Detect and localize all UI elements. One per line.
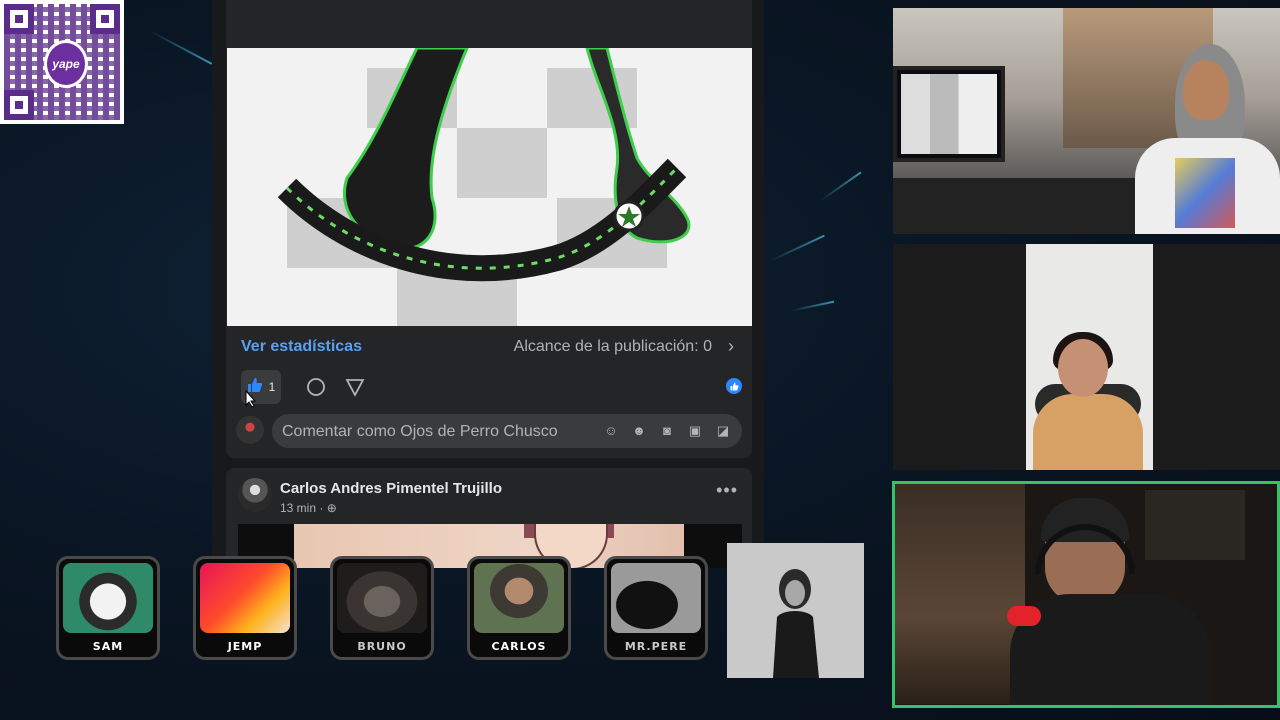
shelf <box>895 484 1025 704</box>
qr-finder <box>90 4 120 34</box>
comment-icon[interactable] <box>306 377 326 397</box>
like-reaction-badge[interactable] <box>726 378 742 394</box>
post-image[interactable] <box>227 48 752 326</box>
author-avatar[interactable] <box>238 478 272 512</box>
poster <box>1145 490 1245 560</box>
alien-chess-illustration <box>277 48 691 282</box>
emoji-icon[interactable]: ☻ <box>630 422 648 440</box>
post-actions: 1 <box>226 370 752 408</box>
avatar-card-jemp[interactable]: JEMP <box>193 556 297 660</box>
avatar-label: MR.PERE <box>624 640 688 653</box>
monitor <box>893 66 1005 162</box>
avatar-label: CARLOS <box>491 640 547 653</box>
webcam-feed-speaker <box>892 481 1280 708</box>
microphone <box>1007 606 1041 626</box>
silhouette-icon <box>611 563 701 633</box>
monitor-screen <box>901 74 997 154</box>
view-stats-link[interactable]: Ver estadísticas <box>241 338 362 356</box>
avatar-card-carlos[interactable]: CARLOS <box>467 556 571 660</box>
post-author-name[interactable]: Carlos Andres Pimentel Trujillo <box>280 480 502 497</box>
knight-portrait-icon <box>474 563 564 633</box>
avatar-sticker-icon[interactable]: ☺ <box>602 422 620 440</box>
post-card: Ver estadísticas Alcance de la publicaci… <box>226 0 752 458</box>
webcam-feed-guest <box>893 244 1280 470</box>
comment-tools: ☺ ☻ ◙ ▣ ◪ <box>602 422 732 440</box>
post-timestamp[interactable]: 13 min · ⊕ <box>280 501 337 515</box>
background-streak <box>819 171 862 202</box>
avatar-label: BRUNO <box>357 640 407 653</box>
guest-face <box>1058 339 1108 397</box>
commenter-avatar <box>236 416 264 444</box>
background-streak <box>149 30 213 65</box>
yape-logo: yape <box>44 40 88 88</box>
camera-icon[interactable]: ◙ <box>658 422 676 440</box>
background-streak <box>769 234 825 262</box>
portrait-photo <box>727 543 864 678</box>
host-face <box>1183 60 1229 120</box>
sticker-icon[interactable]: ◪ <box>714 422 732 440</box>
dog-skull-icon <box>63 563 153 633</box>
avatar-card-bruno[interactable]: BRUNO <box>330 556 434 660</box>
shirt-print <box>1175 158 1235 228</box>
timestamp-text: 13 min · <box>280 501 324 515</box>
globe-icon: ⊕ <box>326 501 337 515</box>
background-streak <box>789 300 835 312</box>
gif-icon[interactable]: ▣ <box>686 422 704 440</box>
woman-silhouette <box>773 569 819 678</box>
facebook-feed-panel: Ver estadísticas Alcance de la publicaci… <box>212 0 764 568</box>
qr-finder <box>4 90 34 120</box>
guest-body <box>1033 394 1143 470</box>
share-icon[interactable] <box>345 377 365 397</box>
comment-placeholder: Comentar como Ojos de Perro Chusco <box>282 423 558 440</box>
avatar-label: JEMP <box>227 640 263 653</box>
chevron-right-icon[interactable]: › <box>728 336 734 357</box>
comment-row: Comentar como Ojos de Perro Chusco ☺ ☻ ◙… <box>236 414 742 450</box>
rooster-icon <box>200 563 290 633</box>
next-post-card: Carlos Andres Pimentel Trujillo 13 min ·… <box>226 468 752 568</box>
bearded-man-icon <box>337 563 427 633</box>
mouse-cursor-icon <box>245 390 257 408</box>
desk <box>893 178 1153 234</box>
avatar-card-mr-pere[interactable]: MR.PERE <box>604 556 708 660</box>
comment-input[interactable]: Comentar como Ojos de Perro Chusco ☺ ☻ ◙… <box>272 414 742 448</box>
yape-qr-code: yape <box>0 0 124 124</box>
qr-finder <box>4 4 34 34</box>
avatar-label: SAM <box>92 640 124 653</box>
stats-row: Ver estadísticas Alcance de la publicaci… <box>226 336 752 360</box>
avatar-card-sam[interactable]: SAM <box>56 556 160 660</box>
like-count: 1 <box>268 380 276 394</box>
more-options-icon[interactable]: ••• <box>716 480 738 501</box>
reach-text[interactable]: Alcance de la publicación: 0 <box>514 338 712 356</box>
webcam-feed-host <box>893 8 1280 234</box>
